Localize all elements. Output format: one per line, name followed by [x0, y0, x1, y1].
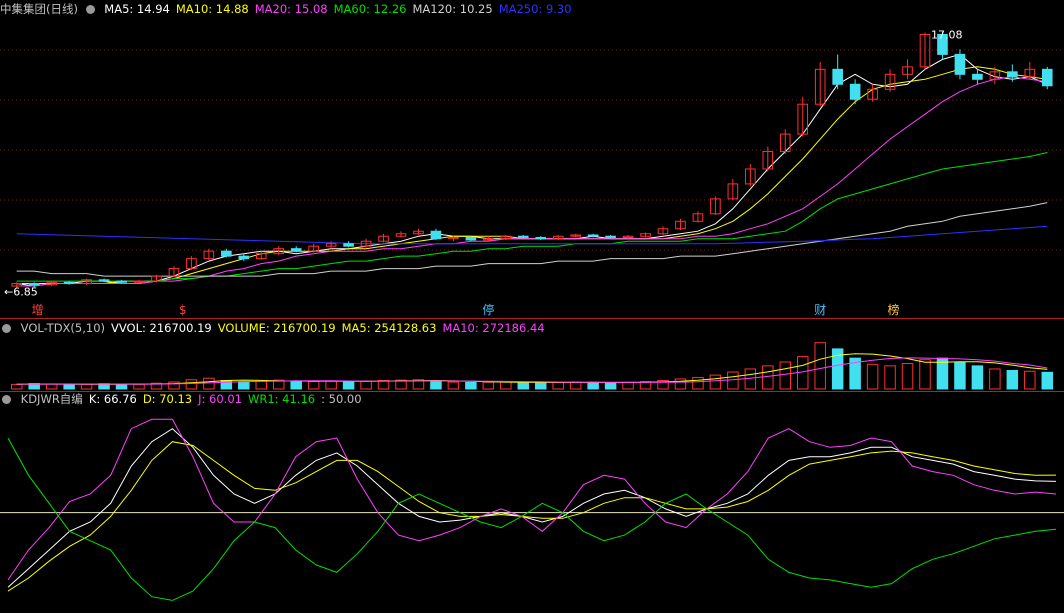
volume-chart-panel[interactable]: [0, 333, 1064, 391]
event-marker: 榜: [888, 302, 900, 317]
volume-bar: [989, 368, 1001, 390]
candle-body: [587, 234, 599, 237]
candle-body: [63, 281, 75, 285]
volume-bar: [674, 378, 687, 390]
volume-bar: [80, 383, 93, 390]
volume-bar: [465, 381, 477, 390]
candle-body: [832, 68, 843, 85]
volume-bar: [115, 384, 128, 390]
ma-line-ma250: [16, 225, 1048, 245]
volume-bar: [1041, 371, 1054, 390]
candle-body: [221, 250, 232, 257]
panel-divider-1: [0, 318, 1064, 319]
kdj-legend-item: K: 66.76: [88, 392, 137, 406]
volume-bar: [500, 381, 512, 390]
kdj-legend-item: D: 70.13: [142, 392, 193, 406]
volume-bar: [1006, 369, 1019, 390]
event-marker: $: [179, 303, 187, 317]
volume-bar: [360, 380, 372, 390]
volume-bar: [552, 382, 564, 390]
volume-bar: [534, 382, 547, 390]
event-marker: 财: [814, 303, 826, 317]
low-price-label: ←6.85: [4, 285, 38, 298]
candle-body: [954, 53, 966, 75]
kdj-legend-item: WR1: 41.16: [247, 392, 316, 406]
volume-bar: [954, 361, 966, 390]
kdj-legend: KDJWR自编 K: 66.76 D: 70.13 J: 60.01 WR1: 41.1…: [21, 392, 368, 406]
high-price-label: 17.08: [931, 28, 963, 41]
kdj-legend-item: KDJWR自编: [20, 392, 83, 406]
candle-body: [849, 83, 861, 100]
volume-bar: [727, 371, 739, 390]
kdj-legend-bar: KDJWR自编 K: 66.76 D: 70.13 J: 60.01 WR1: 41.1…: [0, 392, 1064, 406]
volume-bar: [377, 380, 390, 390]
ma-line-ma60: [16, 152, 1048, 282]
volume-settings-gear-icon[interactable]: [2, 324, 11, 333]
candle-body: [1041, 68, 1053, 87]
kdj-legend-item: J: 60.01: [198, 392, 242, 406]
volume-bar: [709, 374, 722, 390]
volume-bar: [587, 381, 599, 390]
kdj-chart-panel[interactable]: [0, 406, 1064, 611]
kdj-line-d: [7, 441, 1057, 592]
volume-bar: [866, 363, 879, 390]
volume-bar: [762, 365, 774, 390]
kdj-line-k: [7, 428, 1057, 588]
candle-body: [430, 230, 442, 240]
volume-bar: [517, 381, 530, 390]
volume-bar: [971, 365, 984, 390]
volume-bar: [290, 380, 302, 390]
volume-bar: [1024, 370, 1036, 390]
candle-body: [517, 235, 529, 238]
volume-bar: [325, 380, 337, 390]
volume-bar: [342, 381, 355, 390]
volume-bar: [307, 380, 320, 390]
candle-body: [605, 235, 616, 238]
volume-bar: [63, 384, 75, 390]
volume-bar: [447, 381, 460, 390]
volume-bar: [255, 380, 268, 390]
kdj-settings-gear-icon[interactable]: [2, 395, 11, 404]
volume-bar: [482, 381, 495, 390]
candle-body: [535, 236, 547, 240]
volume-bar: [569, 381, 582, 390]
volume-bar: [692, 376, 704, 390]
ma-line-ma10: [16, 66, 1048, 284]
candle-body: [290, 248, 302, 252]
volume-bar: [133, 383, 145, 390]
volume-bar: [430, 380, 442, 390]
event-marker: 停: [482, 302, 494, 317]
volume-bar: [901, 363, 914, 390]
volume-bar: [884, 365, 896, 390]
volume-bar: [45, 383, 58, 390]
volume-bar: [604, 382, 617, 390]
volume-bar: [622, 381, 634, 390]
candle-body: [116, 280, 127, 283]
candle-body: [972, 73, 983, 80]
candle-body: [98, 279, 110, 282]
volume-bar: [779, 361, 792, 390]
volume-bar: [238, 381, 250, 390]
volume-bar: [203, 377, 215, 390]
ma-line-ma20: [16, 76, 1048, 287]
kdj-legend-item: : 50.00: [321, 392, 362, 406]
price-chart-panel[interactable]: 17.08 ←6.85 增 $ 停 财 榜: [0, 0, 1064, 318]
candle-body: [238, 255, 250, 260]
ma-line-ma120: [16, 202, 1048, 277]
candle-body: [343, 243, 354, 247]
candle-body: [1007, 71, 1018, 78]
volume-bar: [919, 359, 931, 390]
kdj-line-j: [7, 418, 1057, 581]
volume-bar: [185, 379, 198, 390]
event-marker: 增: [32, 303, 44, 317]
candle-body: [465, 236, 477, 241]
volume-ma-line-ma10: [16, 357, 1048, 385]
volume-bar: [10, 383, 23, 390]
volume-bar: [814, 342, 826, 390]
